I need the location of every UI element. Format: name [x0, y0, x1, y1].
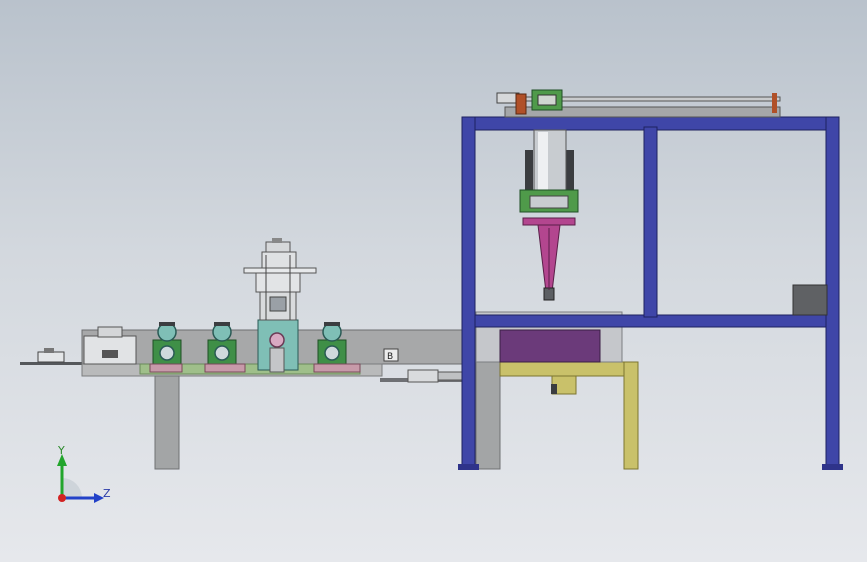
frame-foot-right — [822, 464, 843, 470]
frame-foot-left — [458, 464, 479, 470]
cylinder-guide-right — [566, 150, 574, 192]
press-station — [458, 89, 843, 470]
orientation-triad: Y Z — [57, 444, 111, 503]
cad-viewport[interactable]: B Y Z — [0, 0, 867, 562]
triad-origin — [58, 494, 66, 502]
slider-body — [407, 369, 439, 383]
olive-bracket-bolt — [551, 384, 557, 394]
frame-post-right — [825, 116, 840, 470]
control-box — [792, 284, 828, 316]
triad-y-label: Y — [57, 444, 65, 457]
rail-end-stop — [772, 93, 777, 113]
frame-post-left — [461, 116, 476, 470]
entry-block-top — [97, 326, 123, 338]
roller-line-assembly: B — [20, 238, 501, 470]
cylinder-guide-left — [525, 150, 533, 192]
olive-frame-leg — [623, 361, 639, 470]
feed-clamp-small — [44, 348, 54, 353]
frame-post-center — [643, 126, 658, 318]
feed-clamp — [37, 351, 65, 363]
rail-carriage-inner — [537, 94, 557, 106]
slider-cap — [437, 371, 465, 381]
purple-block — [499, 329, 601, 363]
label-box-text: B — [387, 352, 393, 362]
olive-frame-top — [499, 361, 639, 377]
rail-motor-end — [515, 93, 527, 115]
triad-z-label: Z — [103, 487, 111, 500]
cylinder-mount-inner — [529, 195, 569, 209]
table-leg-left — [154, 375, 180, 470]
entry-block-slot — [102, 350, 118, 358]
tool-plate — [522, 217, 576, 226]
triad-xz-arc — [62, 478, 82, 498]
